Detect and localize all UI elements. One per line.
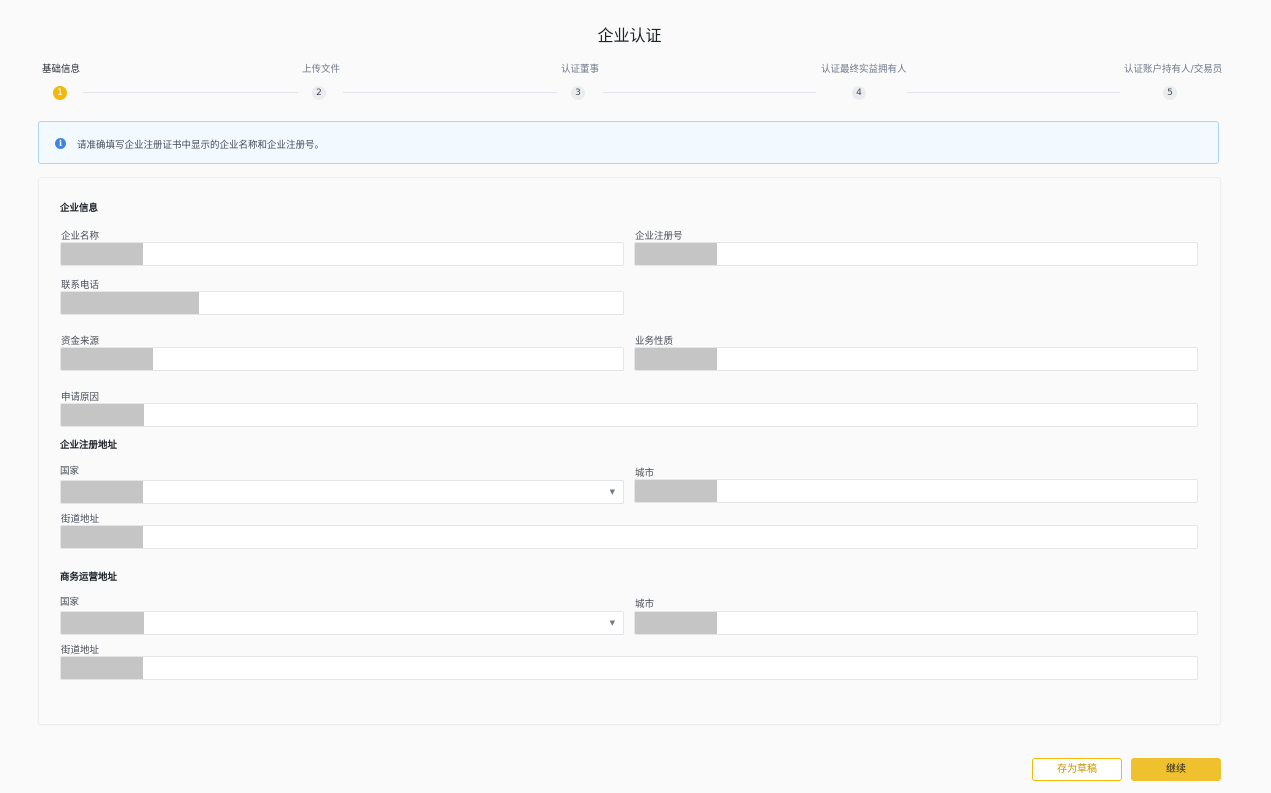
operating-country-label: 国家: [60, 597, 80, 608]
business-nature-input[interactable]: [635, 348, 1197, 370]
operating-country-input[interactable]: [61, 612, 623, 634]
redacted-value: [635, 348, 717, 370]
fund-source-field[interactable]: [60, 347, 624, 371]
step-label-verify-account-holder[interactable]: 认证账户持有人/交易员: [1124, 61, 1222, 75]
redacted-value: [61, 243, 143, 265]
operating-street-field[interactable]: [60, 656, 1198, 680]
application-reason-input[interactable]: [61, 404, 1197, 426]
info-banner: i 请准确填写企业注册证书中显示的企业名称和企业注册号。: [38, 121, 1219, 164]
step-circle-2[interactable]: 2: [312, 86, 326, 100]
page: 企业认证 基础信息 上传文件 认证董事 认证最终实益拥有人 认证账户持有人/交易…: [0, 0, 1271, 793]
application-reason-label: 申请原因: [61, 392, 100, 403]
phone-field[interactable]: [60, 291, 624, 315]
step-circle-1[interactable]: 1: [53, 86, 67, 100]
redacted-value: [61, 348, 153, 370]
step-connector: [907, 92, 1120, 93]
step-connector: [83, 92, 298, 93]
section-title-registered-address: 企业注册地址: [60, 440, 118, 451]
redacted-value: [61, 292, 199, 314]
application-reason-field[interactable]: [60, 403, 1198, 427]
business-nature-label: 业务性质: [635, 336, 674, 347]
step-connector: [603, 92, 816, 93]
company-name-label: 企业名称: [61, 231, 100, 242]
step-label-verify-directors[interactable]: 认证董事: [561, 61, 599, 75]
registered-city-input[interactable]: [635, 480, 1197, 502]
phone-label: 联系电话: [61, 280, 100, 291]
redacted-value: [635, 243, 717, 265]
redacted-value: [61, 481, 143, 503]
operating-city-label: 城市: [635, 599, 655, 610]
section-title-operating-address: 商务运营地址: [60, 572, 118, 583]
step-connector: [343, 92, 557, 93]
redacted-value: [635, 612, 717, 634]
section-title-company-info: 企业信息: [60, 203, 99, 214]
operating-city-input[interactable]: [635, 612, 1197, 634]
registered-country-select[interactable]: ▼: [60, 480, 624, 504]
operating-country-select[interactable]: ▼: [60, 611, 624, 635]
step-circle-3[interactable]: 3: [571, 86, 585, 100]
registered-country-label: 国家: [60, 466, 80, 477]
registered-street-field[interactable]: [60, 525, 1198, 549]
registered-street-label: 街道地址: [61, 514, 100, 525]
company-name-input[interactable]: [61, 243, 623, 265]
info-banner-text: 请准确填写企业注册证书中显示的企业名称和企业注册号。: [77, 140, 325, 151]
registered-country-input[interactable]: [61, 481, 623, 503]
step-label-upload-files[interactable]: 上传文件: [302, 61, 340, 75]
operating-street-label: 街道地址: [61, 645, 100, 656]
company-name-field[interactable]: [60, 242, 624, 266]
redacted-value: [61, 657, 143, 679]
caret-down-icon[interactable]: ▼: [610, 619, 615, 627]
registration-number-field[interactable]: [634, 242, 1198, 266]
step-circle-4[interactable]: 4: [852, 86, 866, 100]
step-circle-5[interactable]: 5: [1163, 86, 1177, 100]
step-label-basic-info[interactable]: 基础信息: [42, 61, 80, 75]
registered-city-field[interactable]: [634, 479, 1198, 503]
redacted-value: [61, 526, 143, 548]
registration-number-label: 企业注册号: [635, 231, 683, 242]
operating-street-input[interactable]: [61, 657, 1197, 679]
registration-number-input[interactable]: [635, 243, 1197, 265]
redacted-value: [61, 612, 144, 634]
redacted-value: [635, 480, 717, 502]
registered-city-label: 城市: [635, 468, 655, 479]
business-nature-field[interactable]: [634, 347, 1198, 371]
info-icon: i: [55, 138, 66, 149]
registered-street-input[interactable]: [61, 526, 1197, 548]
redacted-value: [61, 404, 144, 426]
operating-city-field[interactable]: [634, 611, 1198, 635]
page-title: 企业认证: [597, 26, 662, 45]
continue-button[interactable]: 继续: [1131, 758, 1221, 781]
caret-down-icon[interactable]: ▼: [610, 488, 615, 496]
step-label-verify-ubo[interactable]: 认证最终实益拥有人: [821, 61, 907, 75]
save-draft-button[interactable]: 存为草稿: [1032, 758, 1122, 781]
fund-source-label: 资金来源: [61, 336, 100, 347]
